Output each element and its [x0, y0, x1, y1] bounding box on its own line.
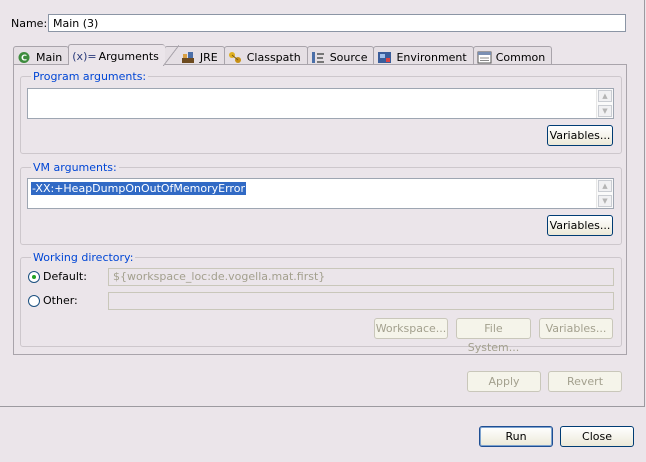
vm-arguments-variables-button[interactable]: Variables...	[547, 215, 613, 236]
tab-classpath-label: Classpath	[246, 50, 301, 64]
vm-arguments-label: VM arguments:	[33, 161, 117, 174]
arguments-tab-icon: (x)=	[72, 49, 97, 63]
working-directory-variables-button[interactable]: Variables...	[539, 318, 613, 339]
program-arguments-variables-button[interactable]: Variables...	[547, 125, 613, 146]
tab-classpath[interactable]: Classpath	[223, 46, 308, 65]
name-label: Name:	[11, 17, 48, 30]
jre-tab-icon	[181, 51, 196, 64]
program-arguments-label: Program arguments:	[33, 70, 147, 83]
tab-source[interactable]: Source	[306, 46, 375, 65]
default-directory-field: ${workspace_loc:de.vogella.mat.first}	[108, 268, 614, 286]
tab-main-label: Main	[36, 50, 63, 64]
apply-button[interactable]: Apply	[467, 371, 541, 392]
source-tab-icon	[311, 51, 326, 64]
classpath-tab-icon	[228, 51, 243, 64]
tab-source-label: Source	[329, 50, 368, 64]
tab-common-label: Common	[495, 50, 546, 64]
program-arguments-scrollbar[interactable]: ▲ ▼	[596, 89, 613, 118]
tab-main[interactable]: C Main	[13, 46, 70, 65]
svg-text:C: C	[21, 53, 27, 62]
tab-environment[interactable]: Environment	[373, 46, 474, 65]
other-directory-field[interactable]	[108, 292, 614, 310]
name-input[interactable]: Main (3)	[48, 14, 626, 32]
file-system-button[interactable]: File System...	[456, 318, 531, 354]
tab-bar: C Main (x)= Arguments JRE Classpath Sour…	[13, 44, 553, 66]
tab-common[interactable]: Common	[472, 46, 553, 65]
common-tab-icon	[477, 51, 492, 64]
default-label: Default:	[43, 270, 87, 283]
tab-arguments[interactable]: (x)= Arguments	[68, 44, 179, 66]
close-button[interactable]: Close	[560, 426, 634, 447]
working-directory-label: Working directory:	[33, 251, 134, 264]
vm-arguments-textarea[interactable]: -XX:+HeapDumpOnOutOfMemoryError ▲ ▼	[27, 178, 614, 209]
other-label: Other:	[43, 294, 78, 307]
main-tab-icon: C	[17, 51, 32, 64]
scroll-down-icon[interactable]: ▼	[598, 195, 612, 207]
tab-arguments-label: Arguments	[98, 49, 159, 63]
other-radio[interactable]	[28, 295, 40, 307]
tab-jre-label: JRE	[199, 50, 218, 64]
vm-arguments-value: -XX:+HeapDumpOnOutOfMemoryError	[31, 182, 246, 195]
scroll-up-icon[interactable]: ▲	[598, 90, 612, 102]
revert-button[interactable]: Revert	[548, 371, 622, 392]
scroll-down-icon[interactable]: ▼	[598, 105, 612, 117]
tab-environment-label: Environment	[396, 50, 467, 64]
run-button[interactable]: Run	[479, 426, 553, 447]
scroll-up-icon[interactable]: ▲	[598, 180, 612, 192]
program-arguments-textarea[interactable]: ▲ ▼	[27, 88, 614, 119]
workspace-button[interactable]: Workspace...	[374, 318, 448, 339]
environment-tab-icon	[377, 51, 392, 64]
vm-arguments-scrollbar[interactable]: ▲ ▼	[596, 179, 613, 208]
default-radio[interactable]	[28, 271, 40, 283]
